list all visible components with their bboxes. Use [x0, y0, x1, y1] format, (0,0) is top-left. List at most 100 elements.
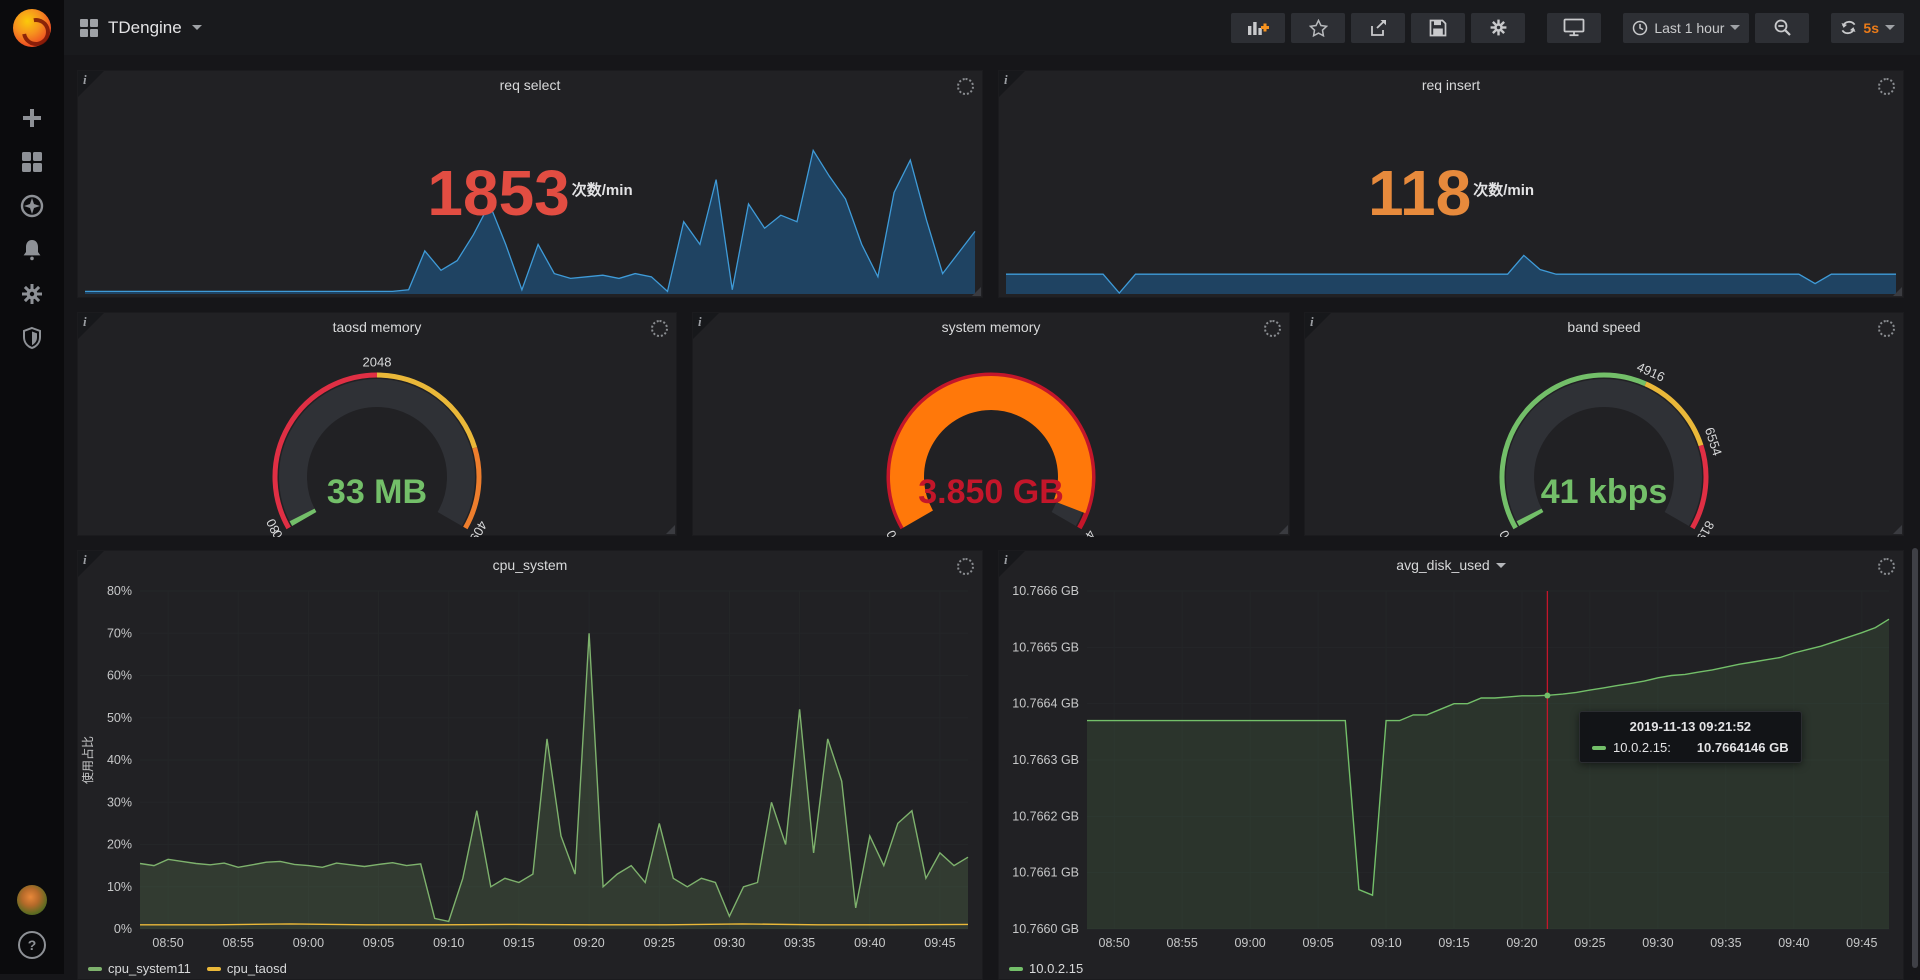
- panel-title-req-insert[interactable]: req insert: [999, 71, 1903, 99]
- info-icon: i: [83, 552, 87, 568]
- panel-resize-handle[interactable]: [1893, 525, 1902, 534]
- panel-loading-spinner: [1878, 320, 1895, 337]
- panel-resize-handle[interactable]: [1279, 525, 1288, 534]
- panel-info-corner[interactable]: [78, 71, 104, 97]
- svg-text:09:45: 09:45: [924, 936, 955, 950]
- panel-title-band-speed[interactable]: band speed: [1305, 313, 1903, 341]
- add-panel-button[interactable]: [1231, 13, 1285, 43]
- svg-text:60%: 60%: [107, 669, 132, 683]
- add-panel-icon: [1247, 19, 1269, 36]
- svg-text:09:10: 09:10: [433, 936, 464, 950]
- info-icon: i: [83, 72, 87, 88]
- star-dashboard-button[interactable]: [1291, 13, 1345, 43]
- band-speed-value: 41 kbps: [1305, 473, 1903, 512]
- legend-color-swatch: [207, 967, 221, 971]
- svg-text:09:35: 09:35: [1710, 936, 1741, 950]
- dashboard-settings-button[interactable]: [1471, 13, 1525, 43]
- svg-text:10.7661 GB: 10.7661 GB: [1012, 866, 1079, 880]
- chart-tooltip: 2019-11-13 09:21:52 10.0.2.15: 10.766414…: [1579, 711, 1802, 763]
- svg-text:09:25: 09:25: [1574, 936, 1605, 950]
- zoom-out-button[interactable]: [1755, 13, 1809, 43]
- panel-resize-handle[interactable]: [666, 525, 675, 534]
- panel-loading-spinner: [1878, 558, 1895, 575]
- panel-title-cpu-system[interactable]: cpu_system: [78, 551, 982, 579]
- share-dashboard-button[interactable]: [1351, 13, 1405, 43]
- panel-info-corner[interactable]: [999, 71, 1025, 97]
- system-memory-value: 3.850 GB: [693, 473, 1289, 512]
- clock-icon: [1632, 20, 1648, 36]
- avg-disk-used-chart[interactable]: 10.7660 GB10.7661 GB10.7662 GB10.7663 GB…: [999, 581, 1903, 955]
- panel-avg-disk-used: i avg_disk_used 10.7660 GB10.7661 GB10.7…: [998, 550, 1904, 980]
- svg-text:40%: 40%: [107, 753, 132, 767]
- server-admin-shield-icon[interactable]: [0, 318, 64, 358]
- grafana-logo[interactable]: [0, 0, 64, 55]
- svg-text:08:55: 08:55: [223, 936, 254, 950]
- dashboards-icon[interactable]: [0, 142, 64, 182]
- panel-title-req-select[interactable]: req select: [78, 71, 982, 99]
- alerting-bell-icon[interactable]: [0, 230, 64, 270]
- svg-text:08:50: 08:50: [152, 936, 183, 950]
- req-select-sparkline[interactable]: [84, 101, 976, 295]
- panel-info-corner[interactable]: [693, 313, 719, 339]
- cpu-system-chart[interactable]: 0%10%20%30%40%50%60%70%80%08:5008:5509:0…: [78, 581, 982, 955]
- svg-text:80%: 80%: [107, 584, 132, 598]
- svg-text:09:00: 09:00: [293, 936, 324, 950]
- info-icon: i: [698, 314, 702, 330]
- panel-info-corner[interactable]: [78, 313, 104, 339]
- svg-text:20%: 20%: [107, 838, 132, 852]
- dashboard-picker[interactable]: TDengine: [64, 18, 202, 38]
- panel-title-avg-disk-used[interactable]: avg_disk_used: [999, 551, 1903, 579]
- svg-text:4: 4: [1082, 528, 1099, 537]
- svg-text:09:45: 09:45: [1846, 936, 1877, 950]
- panel-title-taosd-memory[interactable]: taosd memory: [78, 313, 676, 341]
- panel-system-memory: i system memory 0 4 3.850 GB: [692, 312, 1290, 536]
- cycle-view-mode-button[interactable]: [1547, 13, 1601, 43]
- panel-info-corner[interactable]: [78, 551, 104, 577]
- panel-band-speed: i band speed 0491665548192 41 kbps: [1304, 312, 1904, 536]
- panel-taosd-memory: i taosd memory 08020484096 33 MB: [77, 312, 677, 536]
- svg-text:09:40: 09:40: [854, 936, 885, 950]
- svg-text:10.7663 GB: 10.7663 GB: [1012, 753, 1079, 767]
- refresh-interval-label: 5s: [1863, 20, 1879, 36]
- refresh-picker[interactable]: 5s: [1831, 13, 1904, 43]
- panel-resize-handle[interactable]: [972, 287, 981, 296]
- configuration-gear-icon[interactable]: [0, 274, 64, 314]
- help-icon[interactable]: ?: [0, 925, 64, 965]
- info-icon: i: [83, 314, 87, 330]
- svg-text:09:35: 09:35: [784, 936, 815, 950]
- panel-resize-handle[interactable]: [1893, 287, 1902, 296]
- svg-text:09:20: 09:20: [573, 936, 604, 950]
- panel-info-corner[interactable]: [999, 551, 1025, 577]
- zoom-out-icon: [1773, 18, 1792, 37]
- panel-info-corner[interactable]: [1305, 313, 1331, 339]
- refresh-icon: [1840, 19, 1857, 36]
- panel-menu-caret-icon[interactable]: [1496, 563, 1506, 568]
- panel-cpu-system: i cpu_system 0%10%20%30%40%50%60%70%80%0…: [77, 550, 983, 980]
- panel-title-system-memory[interactable]: system memory: [693, 313, 1289, 341]
- svg-text:09:30: 09:30: [714, 936, 745, 950]
- legend-color-swatch: [88, 967, 102, 971]
- user-avatar[interactable]: [0, 880, 64, 920]
- req-insert-sparkline[interactable]: [1005, 101, 1897, 295]
- svg-text:10%: 10%: [107, 880, 132, 894]
- panel-req-select: i req select 1853 次数/min: [77, 70, 983, 298]
- svg-text:10.7660 GB: 10.7660 GB: [1012, 922, 1079, 936]
- panel-loading-spinner: [957, 558, 974, 575]
- panel-loading-spinner: [651, 320, 668, 337]
- svg-text:0: 0: [883, 528, 900, 537]
- svg-text:09:05: 09:05: [363, 936, 394, 950]
- taosd-memory-value: 33 MB: [78, 473, 676, 512]
- explore-compass-icon[interactable]: [0, 186, 64, 226]
- scrollbar-thumb[interactable]: [1912, 548, 1918, 968]
- svg-text:使用占比: 使用占比: [80, 736, 95, 784]
- create-plus-icon[interactable]: [0, 98, 64, 138]
- tooltip-series-swatch: [1592, 746, 1606, 750]
- svg-text:30%: 30%: [107, 795, 132, 809]
- time-range-picker[interactable]: Last 1 hour: [1623, 13, 1749, 43]
- svg-text:10.7665 GB: 10.7665 GB: [1012, 640, 1079, 654]
- chevron-down-icon: [192, 25, 202, 30]
- dashboard-grid-icon: [80, 19, 98, 37]
- svg-text:09:25: 09:25: [644, 936, 675, 950]
- svg-text:50%: 50%: [107, 711, 132, 725]
- save-dashboard-button[interactable]: [1411, 13, 1465, 43]
